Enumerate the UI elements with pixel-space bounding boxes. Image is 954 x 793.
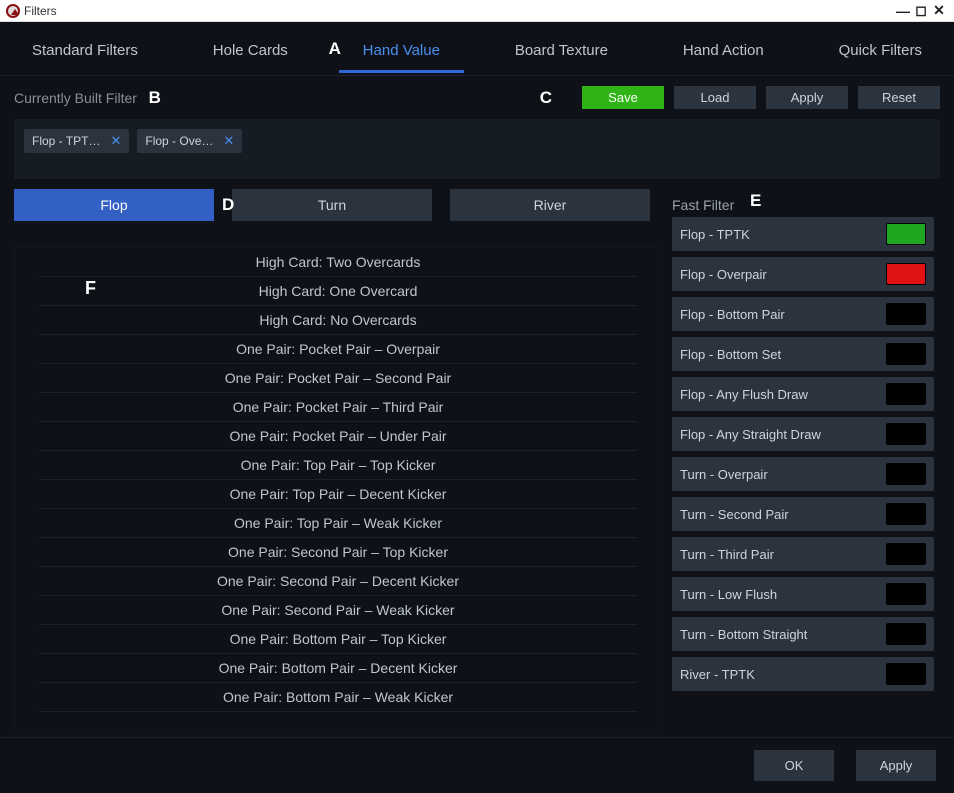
fast-filter-label: Flop - TPTK	[680, 227, 750, 242]
category-item[interactable]: One Pair: Bottom Pair – Top Kicker	[39, 625, 637, 654]
chip-label: Flop - Ove…	[145, 134, 213, 148]
marker-a: A	[329, 39, 341, 59]
fast-filter-label: Turn - Bottom Straight	[680, 627, 807, 642]
fast-filter-label: Turn - Low Flush	[680, 587, 777, 602]
fast-filter-list: Flop - TPTK Flop - Overpair Flop - Bottom …	[672, 217, 940, 733]
category-item[interactable]: High Card: Two Overcards	[39, 248, 637, 277]
category-item[interactable]: High Card: No Overcards	[39, 306, 637, 335]
main-tabs: Standard Filters Hole Cards Hand ValueA Boa…	[0, 22, 954, 73]
marker-b: B	[149, 88, 161, 108]
fast-filter-label: Turn - Second Pair	[680, 507, 789, 522]
marker-d: D	[222, 195, 234, 215]
footer: OK Apply	[0, 737, 954, 793]
color-swatch[interactable]	[886, 663, 926, 685]
fast-filter-header: Fast Filter E	[672, 189, 940, 217]
ok-button[interactable]: OK	[754, 750, 834, 781]
street-tab-turn[interactable]: Turn	[232, 189, 432, 221]
fast-filter-item[interactable]: Flop - TPTK	[672, 217, 934, 251]
fast-filter-item[interactable]: Turn - Bottom Straight	[672, 617, 934, 651]
marker-e: E	[750, 191, 761, 211]
marker-f: F	[85, 278, 96, 299]
fast-filter-label: Flop - Bottom Pair	[680, 307, 785, 322]
fast-filter-item[interactable]: River - TPTK	[672, 657, 934, 691]
category-list: F High Card: Two OvercardsHigh Card: One…	[14, 247, 662, 733]
color-swatch[interactable]	[886, 223, 926, 245]
fast-filter-label: Flop - Bottom Set	[680, 347, 781, 362]
tab-quick-filters[interactable]: Quick Filters	[835, 36, 926, 73]
fast-filter-item[interactable]: Turn - Third Pair	[672, 537, 934, 571]
fast-filter-item[interactable]: Turn - Overpair	[672, 457, 934, 491]
reset-button[interactable]: Reset	[858, 86, 940, 109]
built-filter-label: Currently Built Filter B	[14, 90, 137, 106]
load-button[interactable]: Load	[674, 86, 756, 109]
fast-filter-label: Flop - Overpair	[680, 267, 767, 282]
street-tab-river[interactable]: River	[450, 189, 650, 221]
tab-hole-cards[interactable]: Hole Cards	[209, 36, 292, 73]
category-item[interactable]: One Pair: Second Pair – Top Kicker	[39, 538, 637, 567]
tab-hand-value[interactable]: Hand ValueA	[359, 36, 444, 73]
marker-c: C	[540, 88, 552, 108]
category-item[interactable]: One Pair: Pocket Pair – Third Pair	[39, 393, 637, 422]
street-tab-flop[interactable]: Flop	[14, 189, 214, 221]
color-swatch[interactable]	[886, 423, 926, 445]
tab-hand-action[interactable]: Hand Action	[679, 36, 768, 73]
close-icon[interactable]: ✕	[930, 2, 948, 19]
color-swatch[interactable]	[886, 263, 926, 285]
category-item[interactable]: One Pair: Bottom Pair – Decent Kicker	[39, 654, 637, 683]
save-button[interactable]: Save	[582, 86, 664, 109]
category-item[interactable]: One Pair: Second Pair – Decent Kicker	[39, 567, 637, 596]
fast-filter-label: Turn - Third Pair	[680, 547, 774, 562]
fast-filter-label: River - TPTK	[680, 667, 755, 682]
chip-remove-icon[interactable]: ✕	[110, 133, 121, 149]
fast-filter-label: Flop - Any Flush Draw	[680, 387, 808, 402]
fast-filter-item[interactable]: Flop - Bottom Set	[672, 337, 934, 371]
filter-chip[interactable]: Flop - Ove… ✕	[137, 129, 242, 153]
chip-label: Flop - TPT…	[32, 134, 100, 148]
tab-standard-filters[interactable]: Standard Filters	[28, 36, 142, 73]
color-swatch[interactable]	[886, 623, 926, 645]
fast-filter-item[interactable]: Turn - Second Pair	[672, 497, 934, 531]
fast-filter-item[interactable]: Flop - Bottom Pair	[672, 297, 934, 331]
fast-filter-item[interactable]: Turn - Low Flush	[672, 577, 934, 611]
titlebar: Filters — ◻ ✕	[0, 0, 954, 22]
color-swatch[interactable]	[886, 543, 926, 565]
color-swatch[interactable]	[886, 463, 926, 485]
fast-filter-item[interactable]: Flop - Overpair	[672, 257, 934, 291]
category-item[interactable]: One Pair: Second Pair – Weak Kicker	[39, 596, 637, 625]
app-root: Standard Filters Hole Cards Hand ValueA Boa…	[0, 22, 954, 793]
street-tabs: Flop Turn River D	[14, 189, 662, 221]
color-swatch[interactable]	[886, 303, 926, 325]
fast-filter-panel: Fast Filter E Flop - TPTK Flop - Overpair…	[672, 189, 940, 733]
tab-board-texture[interactable]: Board Texture	[511, 36, 612, 73]
fast-filter-label: Flop - Any Straight Draw	[680, 427, 821, 442]
category-item[interactable]: One Pair: Pocket Pair – Under Pair	[39, 422, 637, 451]
maximize-icon[interactable]: ◻	[912, 2, 930, 19]
apply-button[interactable]: Apply	[766, 86, 848, 109]
fast-filter-label: Turn - Overpair	[680, 467, 768, 482]
apply-footer-button[interactable]: Apply	[856, 750, 936, 781]
category-item[interactable]: One Pair: Pocket Pair – Second Pair	[39, 364, 637, 393]
category-item[interactable]: One Pair: Bottom Pair – Weak Kicker	[39, 683, 637, 712]
color-swatch[interactable]	[886, 383, 926, 405]
color-swatch[interactable]	[886, 583, 926, 605]
category-panel: Flop Turn River D F High Card: Two Overcard…	[14, 189, 662, 733]
color-swatch[interactable]	[886, 343, 926, 365]
window-title: Filters	[24, 4, 57, 18]
chip-remove-icon[interactable]: ✕	[223, 133, 234, 149]
category-item[interactable]: One Pair: Top Pair – Decent Kicker	[39, 480, 637, 509]
filter-chip[interactable]: Flop - TPT… ✕	[24, 129, 129, 153]
fast-filter-item[interactable]: Flop - Any Straight Draw	[672, 417, 934, 451]
built-filter-chips: Flop - TPT… ✕ Flop - Ove… ✕	[14, 119, 940, 179]
minimize-icon[interactable]: —	[894, 3, 912, 19]
category-item[interactable]: High Card: One Overcard	[39, 277, 637, 306]
fast-filter-item[interactable]: Flop - Any Flush Draw	[672, 377, 934, 411]
built-filter-row: Currently Built Filter B C Save Load App…	[0, 75, 954, 115]
color-swatch[interactable]	[886, 503, 926, 525]
category-item[interactable]: One Pair: Top Pair – Weak Kicker	[39, 509, 637, 538]
app-icon	[6, 4, 20, 18]
category-item[interactable]: One Pair: Top Pair – Top Kicker	[39, 451, 637, 480]
category-item[interactable]: One Pair: Pocket Pair – Overpair	[39, 335, 637, 364]
